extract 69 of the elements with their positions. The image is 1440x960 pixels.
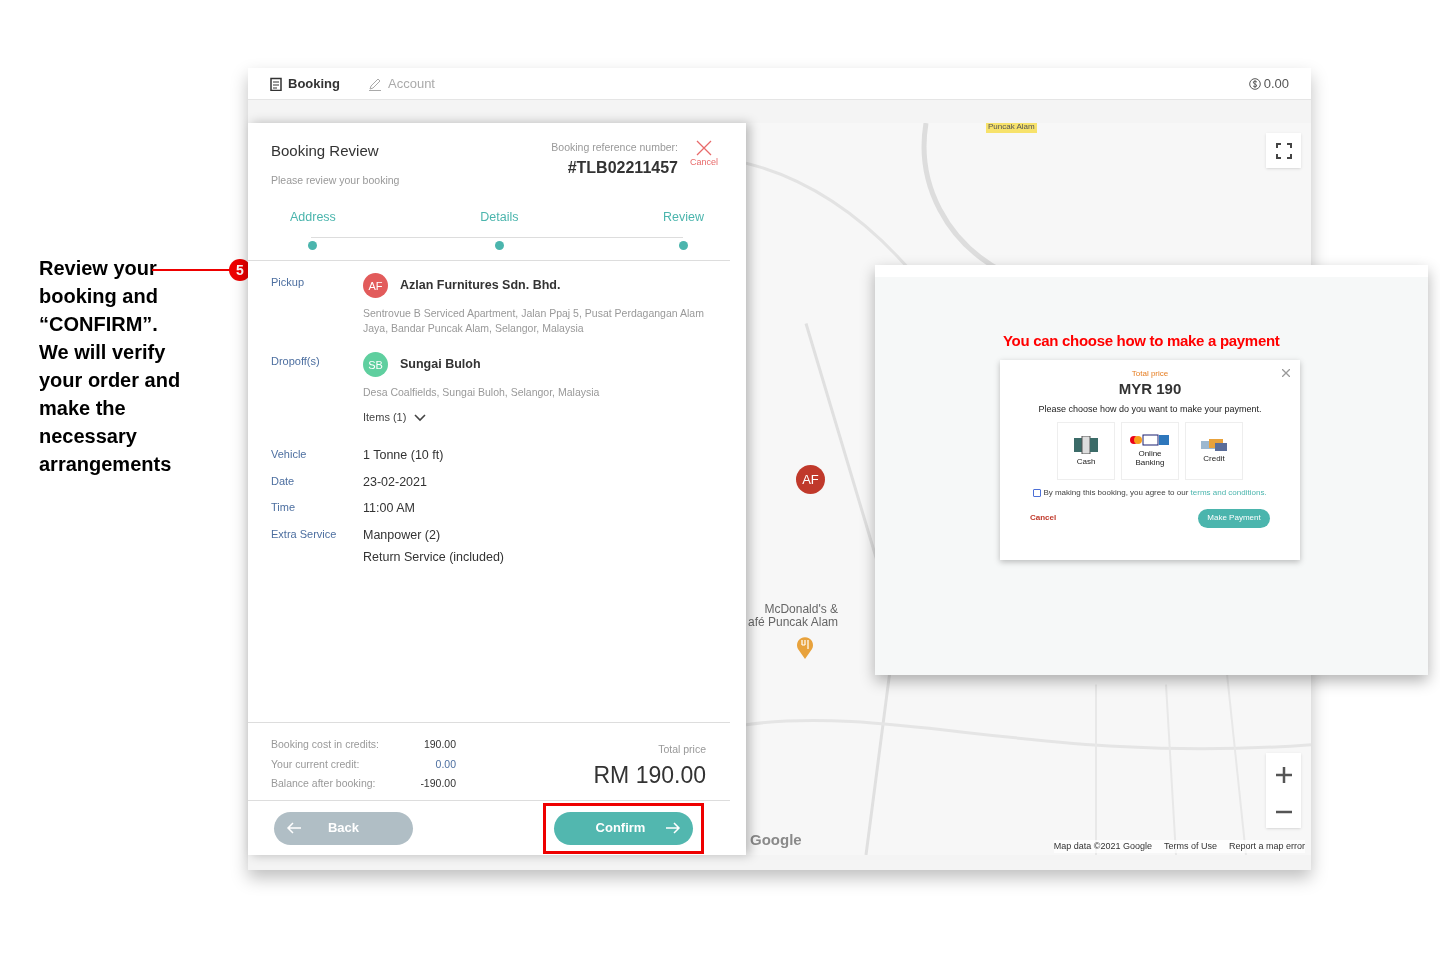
chevron-down-icon — [414, 413, 427, 422]
total-price: RM 190.00 — [593, 760, 706, 790]
row-value: 1 Tonne (10 ft) — [363, 446, 444, 464]
balance-text: 0.00 — [1263, 74, 1289, 93]
modal-cancel-button[interactable]: Cancel — [1030, 512, 1057, 524]
payment-option[interactable]: Online Banking — [1121, 421, 1179, 480]
close-icon[interactable] — [1282, 369, 1290, 377]
row-value: 11:00 AM — [363, 500, 415, 518]
step-label: Review — [663, 209, 704, 227]
avatar: AF — [363, 273, 388, 299]
modal-total-label: Total price — [1131, 368, 1169, 380]
panel-subtitle: Please review your booking — [271, 172, 401, 188]
zoom-in-icon[interactable] — [1275, 766, 1292, 783]
credit-label: Booking cost in credits: — [271, 736, 380, 752]
payment-option[interactable]: Credit — [1185, 421, 1243, 480]
items-toggle[interactable]: Items (1) — [363, 409, 427, 426]
credit-label: Your current credit: — [271, 756, 361, 772]
location-name: Sungai Buloh — [400, 356, 481, 374]
step-label: Address — [290, 209, 336, 227]
avatar: SB — [363, 352, 388, 378]
credit-value: 190.00 — [422, 736, 456, 752]
inset-caption: You can choose how to make a payment — [1003, 331, 1280, 351]
pencil-icon — [368, 76, 382, 91]
place-label: afé Puncak Alam — [748, 616, 839, 629]
row-value: Manpower (2) — [363, 527, 442, 544]
payment-prompt: Please choose how do you want to make your payment. — [1038, 403, 1262, 416]
credit-cards-icon — [1201, 438, 1227, 451]
fullscreen-button[interactable] — [1266, 133, 1301, 168]
step-badge: 5 — [229, 259, 251, 281]
cash-icon — [1073, 435, 1099, 454]
credit-value: 0.00 — [434, 756, 456, 772]
panel-title: Booking Review — [271, 141, 380, 161]
map-logo: Google — [750, 829, 802, 850]
row-label: Pickup — [271, 275, 306, 291]
fullscreen-icon — [1275, 142, 1292, 159]
credit-label: Balance after booking: — [271, 776, 377, 792]
reference-label: Booking reference number: — [551, 140, 678, 155]
location-address: Sentrovue B Serviced Apartment, Jalan Ppaj 5, Pusat Perdagangan Alam Jaya, Bandar Puncak Alam, Selangor, Malaysia — [363, 306, 705, 337]
row-label: Time — [271, 500, 297, 516]
row-value: Return Service (included) — [363, 548, 505, 566]
total-label: Total price — [658, 741, 706, 757]
row-value: 23-02-2021 — [363, 473, 427, 491]
reference-number: #TLB02211457 — [567, 157, 678, 178]
map-footer-link[interactable]: Report a map error — [1228, 839, 1305, 853]
annotation-text: Review your booking and “CONFIRM”. We will verify your order and make the necessary arrangements — [39, 256, 182, 477]
row-label: Vehicle — [271, 446, 308, 462]
card-logos-icon — [1130, 434, 1170, 446]
zoom-out-icon[interactable] — [1275, 810, 1292, 815]
location-name: Azlan Furnitures Sdn. Bhd. — [400, 277, 561, 295]
step-label: Details — [480, 209, 519, 227]
credit-value: -190.00 — [419, 776, 456, 792]
restaurant-pin-icon — [796, 635, 814, 659]
location-address: Desa Coalfields, Sungai Buloh, Selangor, Malaysia — [363, 385, 601, 401]
row-label: Dropoff(s) — [271, 354, 321, 370]
clipboard-icon — [270, 76, 282, 91]
place-label: McDonald's & — [764, 603, 839, 616]
close-icon — [696, 140, 712, 156]
arrow-left-icon — [286, 822, 302, 834]
nav-tab[interactable]: Booking — [270, 73, 340, 94]
map-area-label: Puncak Alam — [986, 123, 1037, 133]
row-label: Date — [271, 473, 296, 489]
agree-checkbox[interactable] — [1033, 488, 1042, 497]
agree-text: By making this booking, you agree to our terms and conditions. — [1043, 486, 1267, 499]
modal-total: MYR 190 — [1118, 380, 1182, 397]
arrow-right-icon — [665, 822, 681, 834]
payment-option[interactable]: Cash — [1057, 421, 1115, 480]
map-footer-link[interactable]: Terms of Use — [1163, 839, 1217, 853]
dollar-coin-icon — [1248, 77, 1261, 90]
row-label: Extra Service — [271, 527, 338, 542]
